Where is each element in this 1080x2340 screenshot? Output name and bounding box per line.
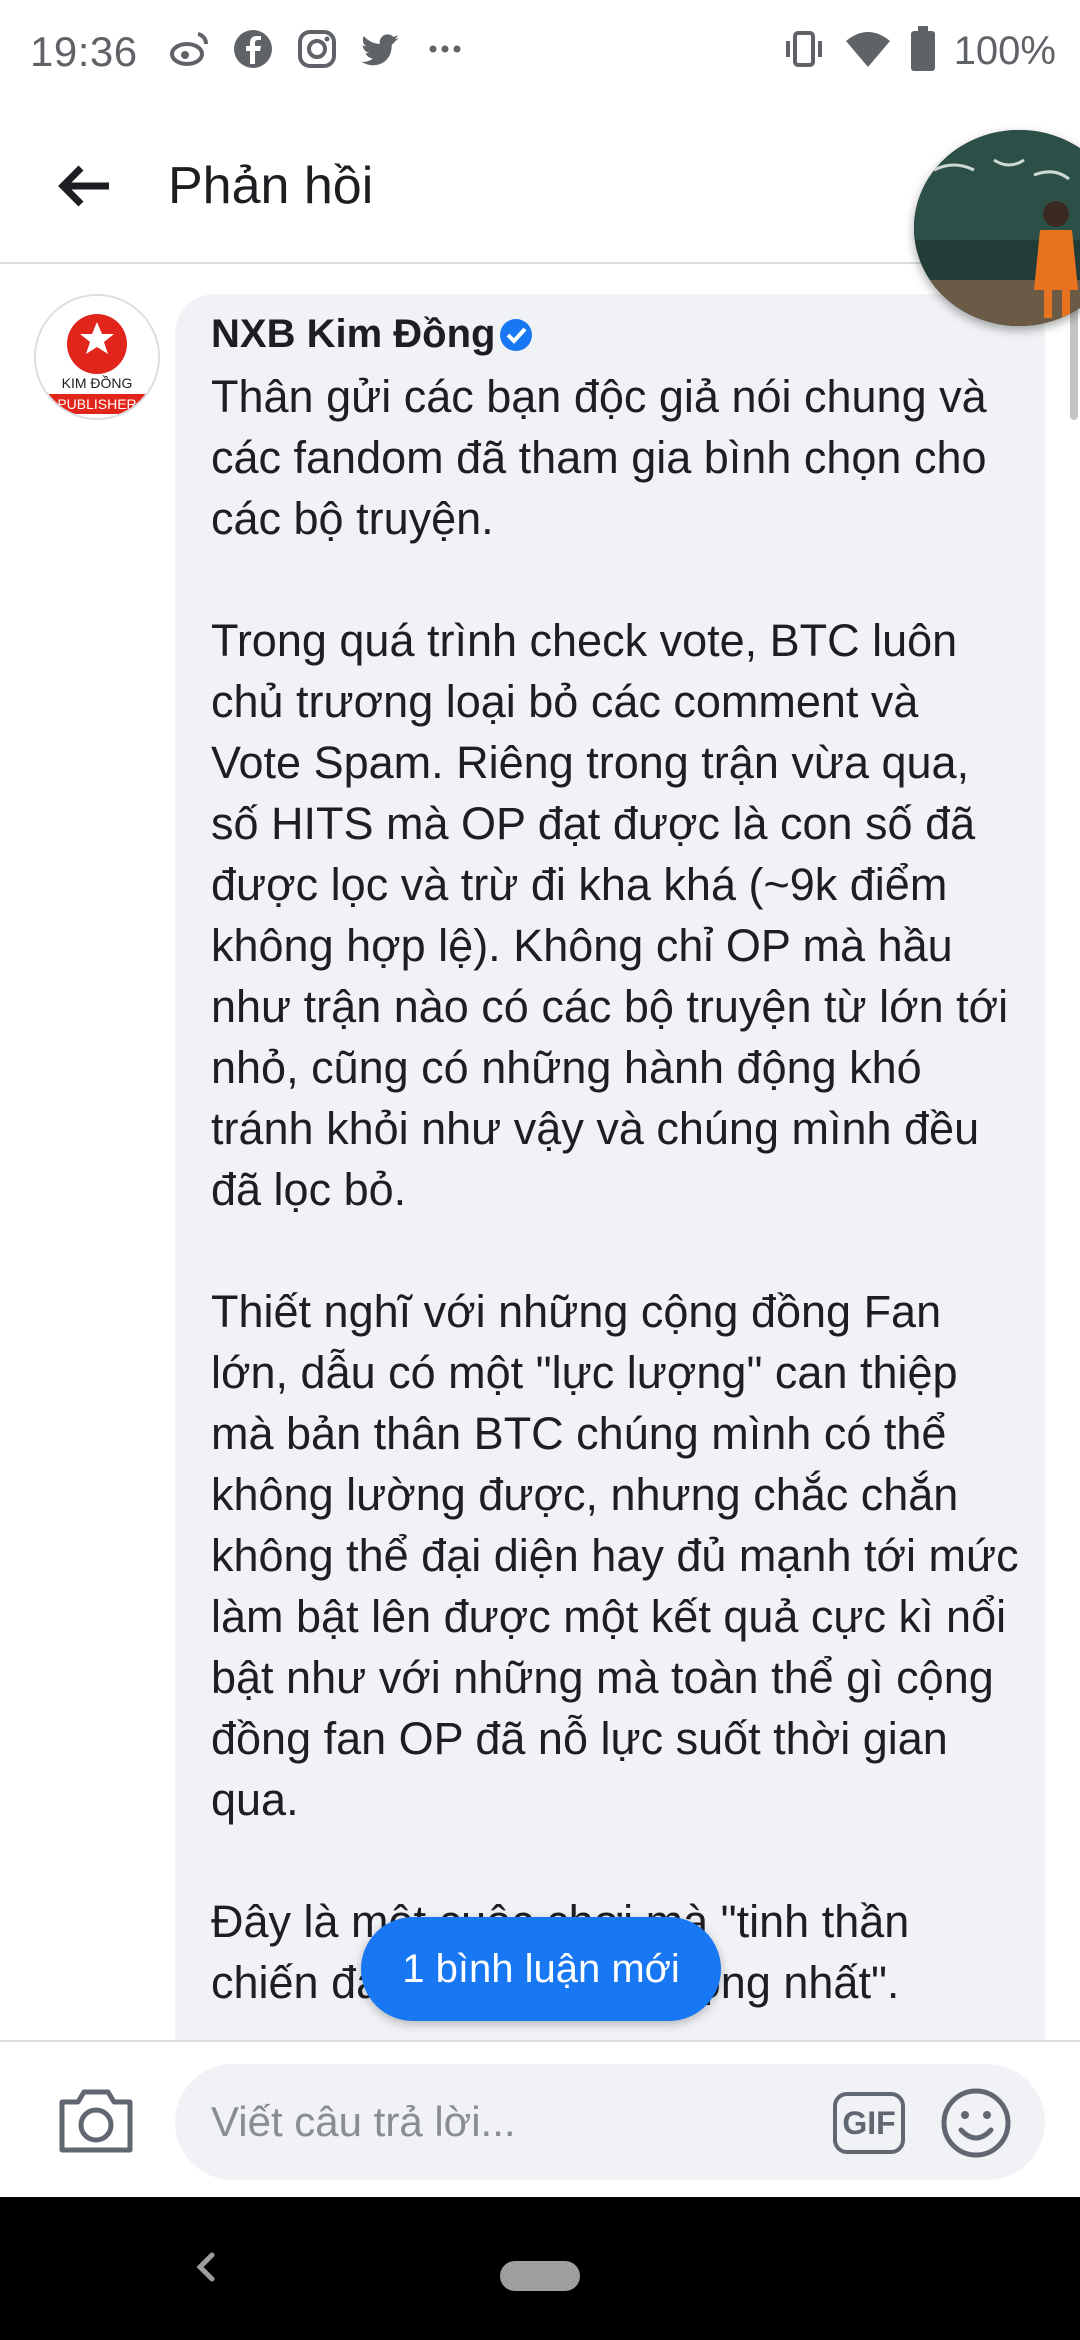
reply-bar: Viết câu trả lời... GIF <box>0 2040 1080 2197</box>
arrow-left-icon <box>58 165 109 207</box>
battery-icon <box>910 26 936 77</box>
comment-author[interactable]: NXB Kim Đồng <box>211 312 495 357</box>
comment-text: Thân gửi các bạn độc giả nói chung và cá… <box>211 371 1019 2008</box>
chevron-left-icon <box>196 2252 215 2282</box>
more-dots-icon <box>424 28 466 70</box>
emoji-button[interactable] <box>939 2086 1013 2160</box>
kim-dong-logo: KIM ĐỒNG PUBLISHER <box>36 296 158 418</box>
reply-placeholder: Viết câu trả lời... <box>211 2098 516 2145</box>
camera-button[interactable] <box>56 2086 136 2156</box>
nav-back-button[interactable] <box>186 2239 226 2295</box>
system-icons: 100% <box>782 26 1056 77</box>
nav-home-button[interactable] <box>500 2261 580 2291</box>
facebook-icon <box>232 28 274 70</box>
twitter-icon <box>360 28 402 70</box>
new-comments-button[interactable]: 1 bình luận mới <box>361 1917 721 2021</box>
back-button[interactable] <box>52 154 116 218</box>
reply-input[interactable]: Viết câu trả lời... GIF <box>175 2064 1045 2180</box>
avatar[interactable]: KIM ĐỒNG PUBLISHER <box>34 294 160 420</box>
verified-badge-icon <box>500 318 533 351</box>
notification-icons <box>168 28 466 70</box>
status-time: 19:36 <box>30 28 138 75</box>
gif-button[interactable]: GIF <box>833 2092 905 2154</box>
status-bar: 19:36 100% <box>0 0 1080 110</box>
system-nav-bar <box>0 2195 1080 2340</box>
comment-author-row: NXB Kim Đồng <box>211 312 533 357</box>
emoji-icon <box>941 2088 1011 2158</box>
weibo-icon <box>168 28 210 70</box>
battery-percent: 100% <box>953 29 1056 73</box>
wifi-icon <box>844 27 892 76</box>
page-title: Phản hồi <box>168 157 374 215</box>
logo-text-top: KIM ĐỒNG <box>62 374 133 391</box>
vibrate-icon <box>782 27 826 76</box>
logo-text-bottom: PUBLISHER <box>57 396 136 412</box>
instagram-icon <box>296 28 338 70</box>
comment-bubble[interactable]: NXB Kim Đồng Thân gửi các bạn độc giả nó… <box>175 294 1045 2064</box>
camera-icon <box>59 2089 133 2153</box>
